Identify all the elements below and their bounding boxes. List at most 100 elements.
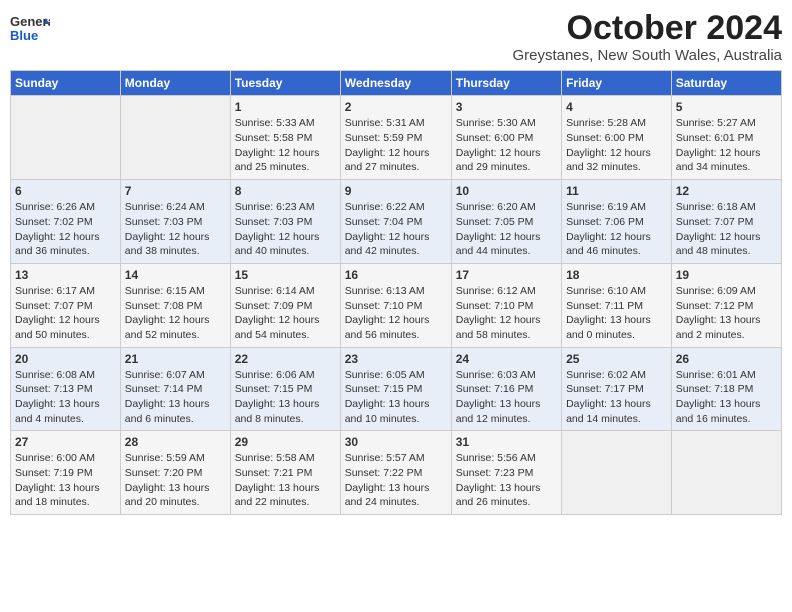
day-number: 1: [235, 100, 336, 114]
day-info: Sunrise: 6:15 AMSunset: 7:08 PMDaylight:…: [125, 284, 226, 343]
calendar-day-cell: 15 Sunrise: 6:14 AMSunset: 7:09 PMDayligh…: [230, 263, 340, 347]
calendar-day-cell: 21 Sunrise: 6:07 AMSunset: 7:14 PMDayligh…: [120, 347, 230, 431]
calendar-day-cell: [120, 96, 230, 180]
day-info: Sunrise: 5:31 AMSunset: 5:59 PMDaylight:…: [345, 116, 447, 175]
calendar-day-cell: 22Sunrise: 6:06 AMSunset: 7:15 PMDayligh…: [230, 347, 340, 431]
calendar-day-cell: 29Sunrise: 5:58 AMSunset: 7:21 PMDayligh…: [230, 431, 340, 515]
calendar-day-cell: 13 Sunrise: 6:17 AMSunset: 7:07 PMDayligh…: [11, 263, 121, 347]
day-number: 26: [676, 352, 777, 366]
calendar-day-cell: 20 Sunrise: 6:08 AMSunset: 7:13 PMDayligh…: [11, 347, 121, 431]
day-number: 21: [125, 352, 226, 366]
day-of-week-header: Monday: [120, 71, 230, 96]
day-info: Sunrise: 5:59 AMSunset: 7:20 PMDaylight:…: [125, 451, 226, 510]
day-number: 7: [125, 184, 226, 198]
calendar-day-cell: 28 Sunrise: 5:59 AMSunset: 7:20 PMDayligh…: [120, 431, 230, 515]
day-info: Sunrise: 5:57 AMSunset: 7:22 PMDaylight:…: [345, 451, 447, 510]
day-number: 4: [566, 100, 667, 114]
calendar-day-cell: 24 Sunrise: 6:03 AMSunset: 7:16 PMDayligh…: [451, 347, 561, 431]
day-number: 28: [125, 435, 226, 449]
calendar-day-cell: 9 Sunrise: 6:22 AMSunset: 7:04 PMDaylight…: [340, 180, 451, 264]
calendar-day-cell: 8 Sunrise: 6:23 AMSunset: 7:03 PMDaylight…: [230, 180, 340, 264]
day-number: 24: [456, 352, 557, 366]
day-number: 2: [345, 100, 447, 114]
calendar-day-cell: 4Sunrise: 5:28 AMSunset: 6:00 PMDaylight…: [562, 96, 672, 180]
day-info: Sunrise: 6:19 AMSunset: 7:06 PMDaylight:…: [566, 200, 667, 259]
calendar-day-cell: [562, 431, 672, 515]
calendar-day-cell: 16 Sunrise: 6:13 AMSunset: 7:10 PMDayligh…: [340, 263, 451, 347]
day-of-week-header: Thursday: [451, 71, 561, 96]
calendar-day-cell: [671, 431, 781, 515]
logo-icon: General Blue: [10, 10, 50, 46]
title-block: October 2024 Greystanes, New South Wales…: [512, 10, 782, 64]
day-info: Sunrise: 5:56 AMSunset: 7:23 PMDaylight:…: [456, 451, 557, 510]
calendar-day-cell: 19 Sunrise: 6:09 AMSunset: 7:12 PMDayligh…: [671, 263, 781, 347]
day-info: Sunrise: 5:30 AMSunset: 6:00 PMDaylight:…: [456, 116, 557, 175]
day-number: 8: [235, 184, 336, 198]
calendar-table: SundayMondayTuesdayWednesdayThursdayFrid…: [10, 70, 782, 515]
calendar-day-cell: 30 Sunrise: 5:57 AMSunset: 7:22 PMDayligh…: [340, 431, 451, 515]
day-info: Sunrise: 6:22 AMSunset: 7:04 PMDaylight:…: [345, 200, 447, 259]
calendar-day-cell: 6Sunrise: 6:26 AMSunset: 7:02 PMDaylight…: [11, 180, 121, 264]
day-number: 29: [235, 435, 336, 449]
day-number: 16: [345, 268, 447, 282]
day-of-week-header: Tuesday: [230, 71, 340, 96]
day-info: Sunrise: 6:12 AMSunset: 7:10 PMDaylight:…: [456, 284, 557, 343]
day-info: Sunrise: 6:23 AMSunset: 7:03 PMDaylight:…: [235, 200, 336, 259]
calendar-week-row: 20 Sunrise: 6:08 AMSunset: 7:13 PMDayligh…: [11, 347, 782, 431]
day-number: 15: [235, 268, 336, 282]
day-info: Sunrise: 6:05 AMSunset: 7:15 PMDaylight:…: [345, 368, 447, 427]
calendar-day-cell: 26 Sunrise: 6:01 AMSunset: 7:18 PMDayligh…: [671, 347, 781, 431]
calendar-day-cell: 14 Sunrise: 6:15 AMSunset: 7:08 PMDayligh…: [120, 263, 230, 347]
day-number: 10: [456, 184, 557, 198]
day-info: Sunrise: 6:20 AMSunset: 7:05 PMDaylight:…: [456, 200, 557, 259]
svg-text:General: General: [10, 14, 50, 29]
day-info: Sunrise: 6:17 AMSunset: 7:07 PMDaylight:…: [15, 284, 116, 343]
calendar-day-cell: 18Sunrise: 6:10 AMSunset: 7:11 PMDayligh…: [562, 263, 672, 347]
day-info: Sunrise: 6:03 AMSunset: 7:16 PMDaylight:…: [456, 368, 557, 427]
day-number: 14: [125, 268, 226, 282]
day-number: 13: [15, 268, 116, 282]
day-number: 20: [15, 352, 116, 366]
day-number: 9: [345, 184, 447, 198]
day-number: 19: [676, 268, 777, 282]
day-info: Sunrise: 6:07 AMSunset: 7:14 PMDaylight:…: [125, 368, 226, 427]
logo: General Blue: [10, 10, 54, 46]
day-info: Sunrise: 6:08 AMSunset: 7:13 PMDaylight:…: [15, 368, 116, 427]
day-number: 30: [345, 435, 447, 449]
day-number: 23: [345, 352, 447, 366]
calendar-week-row: 1Sunrise: 5:33 AMSunset: 5:58 PMDaylight…: [11, 96, 782, 180]
calendar-day-cell: 31Sunrise: 5:56 AMSunset: 7:23 PMDayligh…: [451, 431, 561, 515]
day-of-week-header: Sunday: [11, 71, 121, 96]
day-info: Sunrise: 6:00 AMSunset: 7:19 PMDaylight:…: [15, 451, 116, 510]
day-number: 25: [566, 352, 667, 366]
location-subtitle: Greystanes, New South Wales, Australia: [512, 47, 782, 64]
calendar-day-cell: 5 Sunrise: 5:27 AMSunset: 6:01 PMDaylight…: [671, 96, 781, 180]
calendar-day-cell: 1Sunrise: 5:33 AMSunset: 5:58 PMDaylight…: [230, 96, 340, 180]
day-info: Sunrise: 6:01 AMSunset: 7:18 PMDaylight:…: [676, 368, 777, 427]
day-number: 27: [15, 435, 116, 449]
calendar-day-cell: 23 Sunrise: 6:05 AMSunset: 7:15 PMDayligh…: [340, 347, 451, 431]
day-info: Sunrise: 6:06 AMSunset: 7:15 PMDaylight:…: [235, 368, 336, 427]
calendar-day-cell: 27 Sunrise: 6:00 AMSunset: 7:19 PMDayligh…: [11, 431, 121, 515]
day-info: Sunrise: 6:13 AMSunset: 7:10 PMDaylight:…: [345, 284, 447, 343]
day-info: Sunrise: 6:14 AMSunset: 7:09 PMDaylight:…: [235, 284, 336, 343]
day-number: 12: [676, 184, 777, 198]
calendar-day-cell: 7Sunrise: 6:24 AMSunset: 7:03 PMDaylight…: [120, 180, 230, 264]
calendar-day-cell: 12 Sunrise: 6:18 AMSunset: 7:07 PMDayligh…: [671, 180, 781, 264]
day-number: 17: [456, 268, 557, 282]
day-of-week-header: Friday: [562, 71, 672, 96]
calendar-day-cell: 3 Sunrise: 5:30 AMSunset: 6:00 PMDaylight…: [451, 96, 561, 180]
svg-text:Blue: Blue: [10, 28, 38, 43]
day-info: Sunrise: 6:18 AMSunset: 7:07 PMDaylight:…: [676, 200, 777, 259]
day-number: 3: [456, 100, 557, 114]
day-number: 6: [15, 184, 116, 198]
day-number: 11: [566, 184, 667, 198]
day-number: 5: [676, 100, 777, 114]
calendar-week-row: 6Sunrise: 6:26 AMSunset: 7:02 PMDaylight…: [11, 180, 782, 264]
calendar-week-row: 27 Sunrise: 6:00 AMSunset: 7:19 PMDayligh…: [11, 431, 782, 515]
day-info: Sunrise: 5:27 AMSunset: 6:01 PMDaylight:…: [676, 116, 777, 175]
calendar-week-row: 13 Sunrise: 6:17 AMSunset: 7:07 PMDayligh…: [11, 263, 782, 347]
calendar-day-cell: 2 Sunrise: 5:31 AMSunset: 5:59 PMDaylight…: [340, 96, 451, 180]
day-of-week-header: Wednesday: [340, 71, 451, 96]
day-info: Sunrise: 6:09 AMSunset: 7:12 PMDaylight:…: [676, 284, 777, 343]
